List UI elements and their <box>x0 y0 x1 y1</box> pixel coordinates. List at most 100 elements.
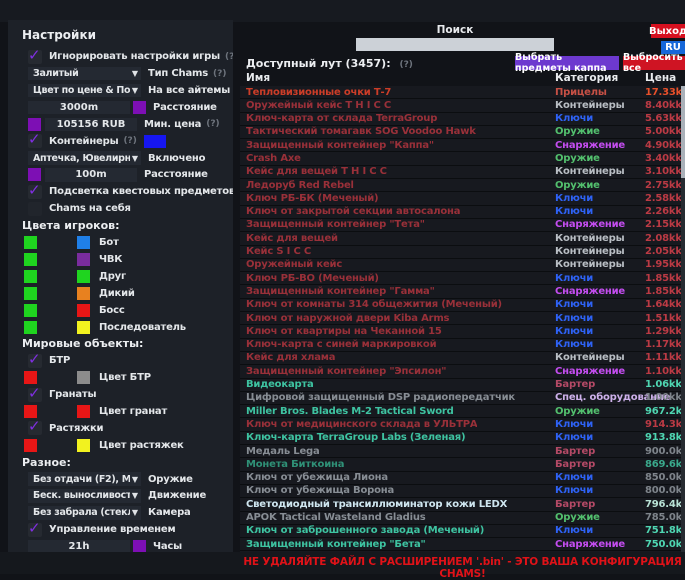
settings-row: Цвет БТР <box>8 371 233 385</box>
table-row[interactable]: ВидеокартаБартер1.06kk <box>240 379 685 392</box>
table-row[interactable]: Кейс для хламаКонтейнеры1.11kk <box>240 352 685 365</box>
color-swatch[interactable] <box>28 118 41 131</box>
table-row[interactable]: Монета БиткоинаБартер869.6k <box>240 458 685 471</box>
loot-help-icon[interactable]: (?) <box>399 60 412 70</box>
table-row[interactable]: Кейс для вещейКонтейнеры2.08kk <box>240 232 685 245</box>
table-row[interactable]: Светодиодный трансиллюминатор кожи LEDXБ… <box>240 498 685 511</box>
table-row[interactable]: Медаль LegaБартер900.0k <box>240 445 685 458</box>
table-row[interactable]: Ключ от заброшенного завода (Меченый)Клю… <box>240 525 685 538</box>
color-swatch-primary[interactable] <box>24 287 37 300</box>
color-swatch-secondary[interactable] <box>77 439 90 452</box>
color-swatch[interactable] <box>144 135 166 148</box>
color-swatch[interactable] <box>28 168 41 181</box>
table-row[interactable]: Защищенный контейнер "Тета"Снаряжение2.1… <box>240 219 685 232</box>
item-price: 2.75kk <box>645 180 682 191</box>
color-swatch-primary[interactable] <box>24 304 37 317</box>
item-name: Защищенный контейнер "Эпсилон" <box>246 366 446 377</box>
table-row[interactable]: Ключ-карта TerraGroup Labs (Зеленая)Ключ… <box>240 432 685 445</box>
table-row[interactable]: Ключ от наружной двери Kiba ArmsКлючи1.5… <box>240 312 685 325</box>
item-name: Ключ от убежища Ворона <box>246 485 394 496</box>
color-swatch-secondary[interactable] <box>77 321 90 334</box>
item-price: 913.8k <box>645 432 682 443</box>
table-row[interactable]: Защищенный контейнер "Бета"Снаряжение750… <box>240 538 685 551</box>
item-price: 1.06kk <box>645 379 682 390</box>
table-row[interactable]: Ключ от убежища ВоронаКлючи800.0k <box>240 485 685 498</box>
exit-button[interactable]: Выход <box>651 24 685 38</box>
dropdown[interactable]: Беск. выносливость и нет уста▼ <box>28 489 141 503</box>
table-row[interactable]: Оружейный кейс T H I C CКонтейнеры8.40kk <box>240 99 685 112</box>
dropdown[interactable]: Без забрала (стекло шлема)▼ <box>28 506 141 520</box>
color-swatch-primary[interactable] <box>24 405 37 418</box>
dropdown[interactable]: Залитый▼ <box>28 67 141 81</box>
color-swatch-primary[interactable] <box>24 371 37 384</box>
dropdown[interactable]: Цвет по цене & Пользователь▼ <box>28 84 141 98</box>
item-name: Цифровой защищенный DSP радиопередатчик <box>246 392 515 403</box>
table-scrollbar[interactable] <box>681 86 685 552</box>
checkbox[interactable]: ✓ <box>28 523 42 537</box>
text-input[interactable]: 21h <box>28 540 130 552</box>
dropdown[interactable]: Без отдачи (F2), Мгновенное п▼ <box>28 472 141 486</box>
checkbox[interactable]: ✓ <box>28 50 42 64</box>
table-row[interactable]: Ключ РБ-БК (Меченый)Ключи2.58kk <box>240 192 685 205</box>
item-category: Ключи <box>555 313 593 324</box>
table-row[interactable]: Оружейный кейсКонтейнеры1.95kk <box>240 259 685 272</box>
table-row[interactable]: Ключ от комнаты 314 общежития (Меченый)К… <box>240 299 685 312</box>
dropdown-value: Аптечка, Ювелирные и... <box>33 153 130 164</box>
table-row[interactable]: Ледоруб Red RebelОружие2.75kk <box>240 179 685 192</box>
text-input[interactable]: 3000m <box>28 101 130 115</box>
color-swatch-secondary[interactable] <box>77 270 90 283</box>
item-price: 967.2k <box>645 406 682 417</box>
settings-row: Залитый▼Тип Chams(?) <box>8 67 233 81</box>
color-swatch-primary[interactable] <box>24 253 37 266</box>
select-kappa-items-button[interactable]: Выбрать предметы каппа <box>515 56 619 70</box>
color-swatch[interactable] <box>133 540 146 552</box>
color-swatch-secondary[interactable] <box>77 236 90 249</box>
table-row[interactable]: Crash AxeОружие3.40kk <box>240 152 685 165</box>
search-input[interactable] <box>356 38 554 51</box>
color-swatch-primary[interactable] <box>24 439 37 452</box>
table-row[interactable]: Miller Bros. Blades M-2 Tactical SwordОр… <box>240 405 685 418</box>
color-swatch-secondary[interactable] <box>77 405 90 418</box>
table-row[interactable]: Ключ-карта от склада TerraGroupКлючи5.63… <box>240 113 685 126</box>
table-row[interactable]: Ключ от квартиры на Чеканной 15Ключи1.29… <box>240 325 685 338</box>
table-row[interactable]: Защищенный контейнер "Гамма"Снаряжение1.… <box>240 285 685 298</box>
chevron-down-icon: ▼ <box>132 475 138 484</box>
text-input[interactable]: 100m <box>45 168 137 182</box>
color-swatch-secondary[interactable] <box>77 253 90 266</box>
item-category: Ключи <box>555 485 593 496</box>
checkbox[interactable]: ✓ <box>28 185 42 199</box>
color-swatch-secondary[interactable] <box>77 304 90 317</box>
settings-section-header: Разное: <box>8 455 233 469</box>
checkbox[interactable]: ✓ <box>28 134 42 148</box>
table-row[interactable]: Ключ РБ-ВО (Меченый)Ключи1.85kk <box>240 272 685 285</box>
table-row[interactable]: Тактический томагавк SOG Voodoo HawkОруж… <box>240 126 685 139</box>
color-swatch-secondary[interactable] <box>77 371 90 384</box>
discard-all-button[interactable]: Выбросить все <box>623 56 685 70</box>
item-name: Кейс для вещей T H I C C <box>246 166 387 177</box>
table-row[interactable]: Ключ от убежища ЛионаКлючи850.0k <box>240 472 685 485</box>
table-row[interactable]: Кейс для вещей T H I C CКонтейнеры3.10kk <box>240 166 685 179</box>
table-row[interactable]: APOK Tactical Wasteland GladiusОружие785… <box>240 512 685 525</box>
color-swatch-primary[interactable] <box>24 270 37 283</box>
table-row[interactable]: Защищенный контейнер "Эпсилон"Снаряжение… <box>240 365 685 378</box>
table-row[interactable]: Тепловизионные очки Т-7Прицелы17.33kk <box>240 86 685 99</box>
checkbox[interactable]: ✓ <box>28 421 42 435</box>
table-row[interactable]: Защищенный контейнер "Каппа"Снаряжение4.… <box>240 139 685 152</box>
checkbox[interactable]: ✓ <box>28 354 42 368</box>
table-row[interactable]: Кейс S I C CКонтейнеры2.05kk <box>240 246 685 259</box>
table-row[interactable]: Ключ от медицинского склада в УЛЬТРАКлюч… <box>240 418 685 431</box>
checkmark-icon: ✓ <box>28 350 41 368</box>
text-input[interactable]: 105156 RUB <box>45 118 137 132</box>
color-swatch[interactable] <box>133 101 146 114</box>
dropdown[interactable]: Аптечка, Ювелирные и...▼ <box>28 151 141 165</box>
table-row[interactable]: Цифровой защищенный DSP радиопередатчикС… <box>240 392 685 405</box>
scrollbar-thumb[interactable] <box>681 86 685 178</box>
color-swatch-primary[interactable] <box>24 321 37 334</box>
checkbox[interactable]: ✓ <box>28 388 42 402</box>
table-row[interactable]: Ключ от закрытой секции автосалонаКлючи2… <box>240 206 685 219</box>
table-row[interactable]: Ключ-карта с синей маркировкойКлючи1.17k… <box>240 339 685 352</box>
color-swatch-primary[interactable] <box>24 236 37 249</box>
checkbox[interactable] <box>28 202 42 216</box>
item-price: 2.26kk <box>645 206 682 217</box>
color-swatch-secondary[interactable] <box>77 287 90 300</box>
